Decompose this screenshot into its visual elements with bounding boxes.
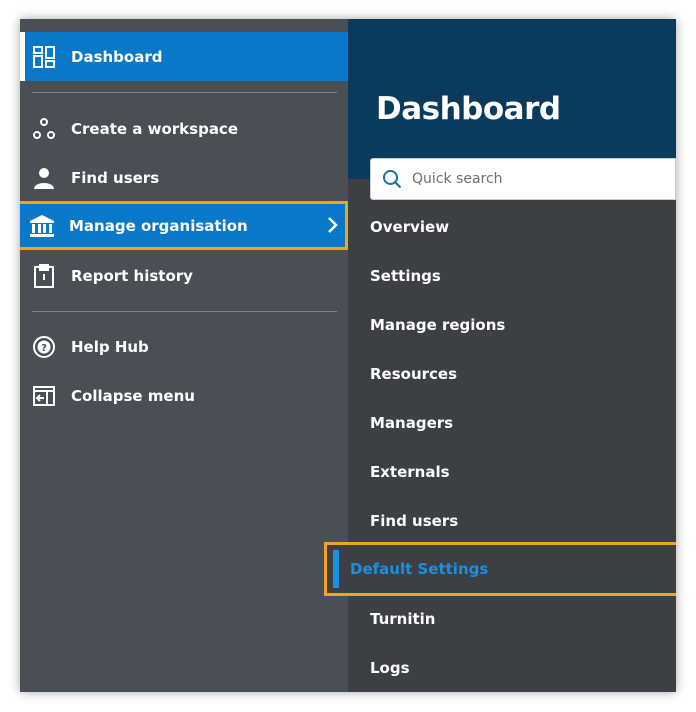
institution-icon bbox=[29, 213, 55, 239]
sidebar-item-label: Manage organisation bbox=[69, 216, 248, 235]
dashboard-grid-icon bbox=[31, 44, 57, 70]
submenu-item-default-settings[interactable]: Default Settings bbox=[324, 542, 676, 596]
help-circle-icon: ? bbox=[31, 334, 57, 360]
sidebar-item-find-users[interactable]: Find users bbox=[20, 153, 348, 202]
divider bbox=[32, 92, 337, 93]
sidebar-item-label: Create a workspace bbox=[71, 119, 238, 138]
sidebar-item-create-workspace[interactable]: Create a workspace bbox=[20, 104, 348, 153]
search-icon bbox=[382, 169, 402, 189]
sidebar: Dashboard Create a workspace Find users bbox=[20, 19, 348, 692]
submenu-item-manage-regions[interactable]: Manage regions bbox=[370, 300, 670, 349]
sidebar-item-label: Collapse menu bbox=[71, 386, 195, 405]
sidebar-item-label: Help Hub bbox=[71, 337, 149, 356]
submenu-item-overview[interactable]: Overview bbox=[370, 202, 670, 251]
sidebar-item-label: Report history bbox=[71, 266, 193, 285]
sidebar-item-dashboard[interactable]: Dashboard bbox=[20, 32, 348, 81]
submenu-header: Dashboard bbox=[348, 19, 676, 179]
divider bbox=[32, 311, 337, 312]
clipboard-icon bbox=[31, 263, 57, 289]
submenu-item-label: Default Settings bbox=[350, 560, 489, 578]
workspace-nodes-icon bbox=[31, 116, 57, 142]
active-indicator bbox=[20, 32, 25, 81]
app-window: Dashboard Create a workspace Find users bbox=[20, 19, 676, 692]
sidebar-item-label: Find users bbox=[71, 168, 160, 187]
sidebar-item-label: Dashboard bbox=[71, 47, 163, 66]
submenu-item-find-users[interactable]: Find users bbox=[370, 496, 670, 545]
collapse-menu-icon bbox=[31, 383, 57, 409]
submenu-item-resources[interactable]: Resources bbox=[370, 349, 670, 398]
user-icon bbox=[31, 165, 57, 191]
submenu-item-externals[interactable]: Externals bbox=[370, 447, 670, 496]
selected-indicator bbox=[333, 550, 339, 588]
submenu-item-turnitin[interactable]: Turnitin bbox=[370, 594, 670, 643]
sidebar-item-help-hub[interactable]: ? Help Hub bbox=[20, 322, 348, 371]
page-title: Dashboard bbox=[376, 91, 561, 127]
search-field[interactable] bbox=[370, 158, 676, 200]
sidebar-item-manage-organisation[interactable]: Manage organisation bbox=[20, 201, 348, 250]
sidebar-item-report-history[interactable]: Report history bbox=[20, 251, 348, 300]
search-input[interactable] bbox=[410, 170, 664, 188]
submenu-panel: Dashboard Overview Settings Manage regio… bbox=[324, 19, 676, 692]
submenu-item-settings[interactable]: Settings bbox=[370, 251, 670, 300]
submenu-item-logs[interactable]: Logs bbox=[370, 643, 670, 692]
chevron-right-icon bbox=[326, 216, 338, 238]
svg-text:?: ? bbox=[41, 343, 47, 354]
sidebar-item-collapse-menu[interactable]: Collapse menu bbox=[20, 371, 348, 420]
submenu-item-managers[interactable]: Managers bbox=[370, 398, 670, 447]
